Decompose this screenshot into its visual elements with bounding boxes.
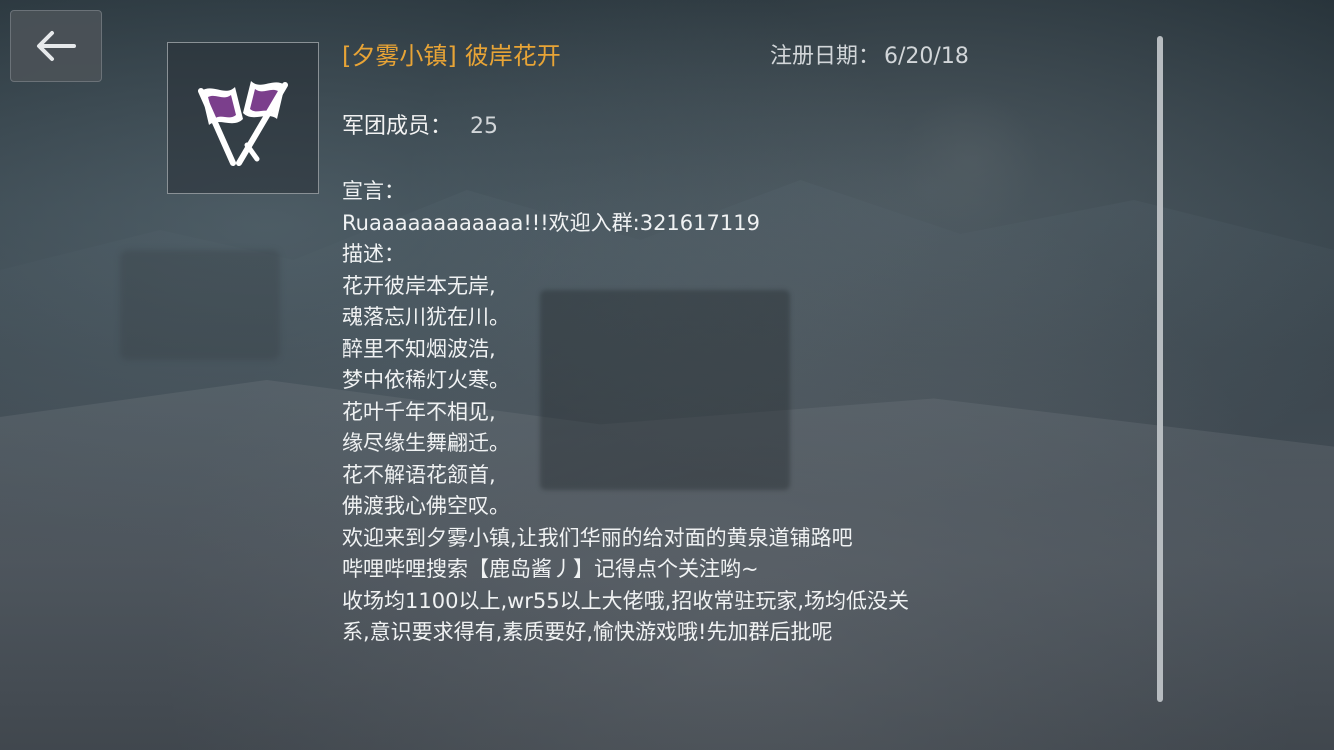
description-line: 魂落忘川犹在川。	[342, 305, 510, 329]
manifesto-text: Ruaaaaaaaaaaaa!!!欢迎入群:321617119	[342, 210, 760, 235]
description-line: 欢迎来到夕雾小镇,让我们华丽的给对面的黄泉道铺路吧	[342, 525, 853, 550]
guild-emblem	[167, 42, 319, 194]
back-button[interactable]	[10, 10, 102, 82]
registration-date-label: 注册日期：	[770, 44, 881, 69]
crossed-flags-emblem-icon	[198, 81, 288, 166]
guild-description: 宣言： Ruaaaaaaaaaaaa!!!欢迎入群:321617119 描述： …	[342, 176, 1142, 649]
scrollbar[interactable]	[1157, 36, 1163, 702]
arrow-left-icon	[37, 31, 76, 61]
description-line: 系,意识要求得有,素质要好,愉快游戏哦!先加群后批呢	[342, 620, 833, 644]
background-hut	[120, 250, 280, 360]
member-count: 军团成员： 25	[342, 108, 498, 140]
manifesto-label: 宣言：	[342, 179, 405, 203]
description-line: 梦中依稀灯火寒。	[342, 368, 510, 392]
scrollbar-thumb[interactable]	[1157, 36, 1163, 702]
guild-tag: [夕雾小镇]	[342, 42, 457, 70]
description-line: 花不解语花颔首,	[342, 462, 496, 487]
description-label: 描述：	[342, 242, 405, 266]
description-line: 醉里不知烟波浩,	[342, 336, 496, 361]
description-line: 收场均1100以上,wr55以上大佬哦,招收常驻玩家,场均低没关	[342, 588, 909, 613]
member-count-label: 军团成员：	[342, 114, 453, 139]
member-count-value: 25	[470, 114, 499, 139]
description-line: 花开彼岸本无岸,	[342, 273, 496, 298]
guild-name: 彼岸花开	[464, 42, 561, 70]
description-line: 花叶千年不相见,	[342, 399, 496, 424]
description-line: 缘尽缘生舞翩迁。	[342, 431, 510, 455]
registration-date-value: 6/20/18	[884, 44, 969, 69]
guild-title: [夕雾小镇] 彼岸花开	[342, 36, 561, 71]
description-line: 哔哩哔哩搜索【鹿岛酱丿】记得点个关注哟~	[342, 557, 759, 581]
registration-date: 注册日期： 6/20/18	[770, 38, 969, 70]
description-line: 佛渡我心佛空叹。	[342, 494, 510, 518]
